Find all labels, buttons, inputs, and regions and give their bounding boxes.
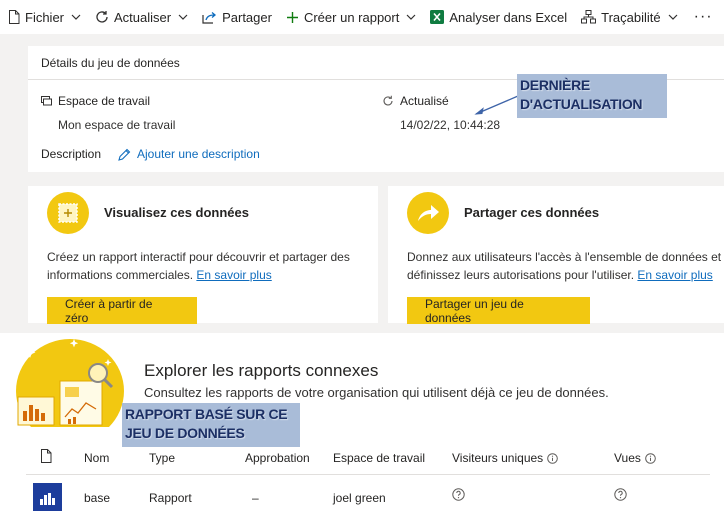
share-button[interactable]: Partager xyxy=(202,0,272,34)
related-reports-title: Explorer les rapports connexes xyxy=(144,361,379,380)
visualize-text: Créez un rapport interactif pour découvr… xyxy=(47,248,365,284)
lineage-menu[interactable]: Traçabilité xyxy=(581,0,678,34)
command-bar: Fichier Actualiser Partager Créer un rap… xyxy=(0,0,724,34)
share-text: Donnez aux utilisateurs l'accès à l'ense… xyxy=(407,248,724,284)
refresh-icon xyxy=(95,10,109,24)
chevron-down-icon xyxy=(178,14,188,20)
workspace-label-text: Espace de travail xyxy=(58,94,151,108)
column-header-type[interactable]: Type xyxy=(149,451,175,465)
report-name-link[interactable]: base xyxy=(84,491,110,505)
unique-visitors-label: Visiteurs uniques xyxy=(452,451,544,465)
analyze-excel-label: Analyser dans Excel xyxy=(449,9,568,25)
pencil-icon xyxy=(118,148,131,161)
column-header-views[interactable]: Vues xyxy=(614,451,656,465)
report-approval: – xyxy=(252,491,259,505)
annotation-last-refresh: DERNIÈRE D'ACTUALISATION xyxy=(517,74,667,118)
column-header-workspace[interactable]: Espace de travail xyxy=(333,451,425,465)
create-from-scratch-button[interactable]: Créer à partir de zéro xyxy=(47,297,197,325)
refresh-icon xyxy=(382,95,394,107)
chevron-down-icon xyxy=(71,14,81,20)
column-header-approval[interactable]: Approbation xyxy=(245,451,310,465)
visualize-card: Visualisez ces données Créez un rapport … xyxy=(28,186,378,325)
learn-more-link[interactable]: En savoir plus xyxy=(196,268,271,282)
more-icon: ··· xyxy=(693,8,713,25)
info-icon[interactable] xyxy=(547,452,558,464)
create-report-menu[interactable]: Créer un rapport xyxy=(286,0,416,34)
workspace-label: Espace de travail xyxy=(41,94,150,108)
description-label: Description xyxy=(41,147,102,161)
analyze-excel-button[interactable]: Analyser dans Excel xyxy=(430,0,567,34)
add-description-text: Ajouter une description xyxy=(137,147,260,161)
reports-illustration xyxy=(16,339,124,427)
more-options-button[interactable]: ··· xyxy=(694,0,713,34)
lineage-label: Traçabilité xyxy=(601,9,661,25)
share-label: Partager xyxy=(222,9,272,25)
related-reports-subtitle: Consultez les rapports de votre organisa… xyxy=(144,385,609,400)
unique-visitors-unknown-icon xyxy=(452,488,465,504)
share-title: Partager ces données xyxy=(464,205,600,220)
chevron-down-icon xyxy=(668,14,678,20)
views-unknown-icon xyxy=(614,488,627,504)
table-row[interactable]: base Rapport – joel green xyxy=(26,481,710,511)
table-header: Nom Type Approbation Espace de travail V… xyxy=(26,448,710,470)
visualize-icon-circle xyxy=(47,192,89,234)
column-header-name[interactable]: Nom xyxy=(84,451,109,465)
info-icon[interactable] xyxy=(645,452,656,464)
share-icon xyxy=(202,11,217,24)
new-report-icon xyxy=(58,203,78,223)
report-type: Rapport xyxy=(149,491,192,505)
details-title: Détails du jeu de données xyxy=(41,56,180,70)
column-header-unique-visitors[interactable]: Visiteurs uniques xyxy=(452,451,558,465)
learn-more-link[interactable]: En savoir plus xyxy=(637,268,712,282)
annotation-report-based: RAPPORT BASÉ SUR CE JEU DE DONNÉES xyxy=(122,403,300,447)
updated-value: 14/02/22, 10:44:28 xyxy=(400,118,501,132)
file-menu[interactable]: Fichier xyxy=(8,0,81,34)
updated-label: Actualisé xyxy=(382,94,449,108)
lineage-icon xyxy=(581,10,597,24)
related-reports-section: Explorer les rapports connexes Consultez… xyxy=(0,333,724,511)
refresh-label: Actualiser xyxy=(114,9,172,25)
plus-icon xyxy=(286,11,299,24)
share-card: Partager ces données Donnez aux utilisat… xyxy=(388,186,724,325)
excel-icon xyxy=(430,10,445,24)
report-icon xyxy=(33,483,62,511)
refresh-menu[interactable]: Actualiser xyxy=(95,0,188,34)
chevron-down-icon xyxy=(406,14,416,20)
report-workspace: joel green xyxy=(333,491,386,505)
views-label: Vues xyxy=(614,451,641,465)
updated-label-text: Actualisé xyxy=(400,94,449,108)
share-arrow-icon xyxy=(418,205,439,221)
type-column-icon xyxy=(40,449,52,463)
share-icon-circle xyxy=(407,192,449,234)
add-description-link[interactable]: Ajouter une description xyxy=(118,147,260,161)
file-icon xyxy=(41,449,52,463)
share-dataset-button[interactable]: Partager un jeu de données xyxy=(407,297,590,325)
file-label: Fichier xyxy=(25,9,65,25)
create-report-label: Créer un rapport xyxy=(303,9,400,25)
file-icon xyxy=(8,10,20,24)
visualize-title: Visualisez ces données xyxy=(104,205,249,220)
workspace-value: Mon espace de travail xyxy=(58,118,176,132)
divider xyxy=(26,474,710,475)
workspace-icon xyxy=(41,96,52,106)
